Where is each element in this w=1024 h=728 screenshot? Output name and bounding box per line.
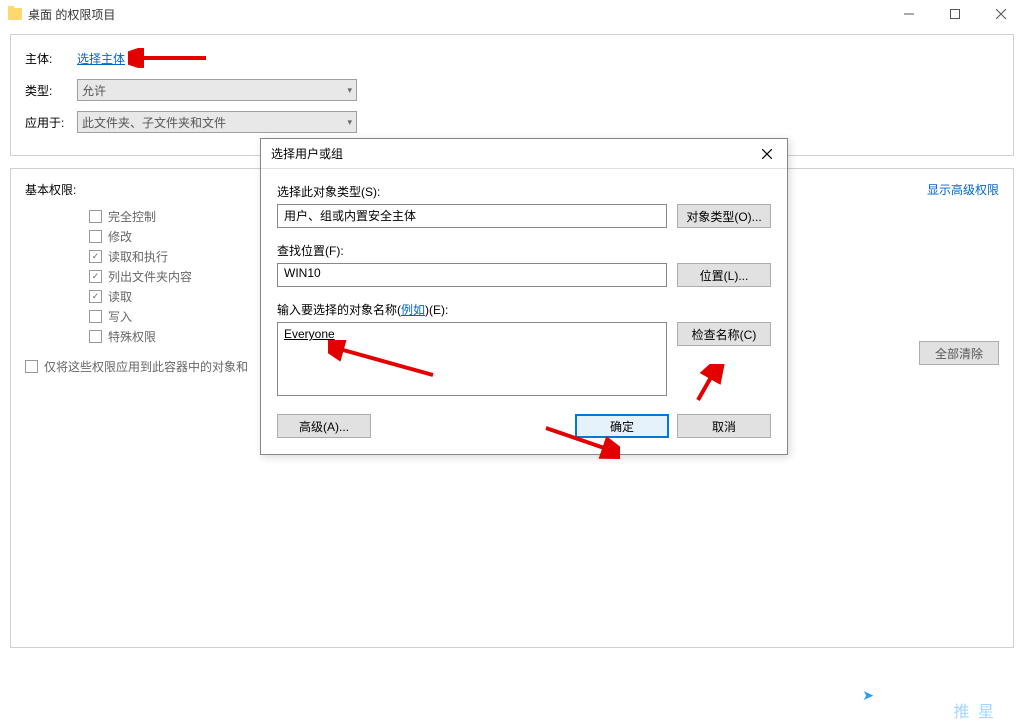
- advanced-button[interactable]: 高级(A)...: [277, 414, 371, 438]
- window-title: 桌面 的权限项目: [28, 6, 115, 23]
- principal-label: 主体:: [25, 50, 77, 67]
- checkbox[interactable]: [89, 330, 102, 343]
- checkbox[interactable]: [89, 290, 102, 303]
- minimize-button[interactable]: [886, 0, 932, 28]
- select-principal-link[interactable]: 选择主体: [77, 50, 125, 67]
- title-bar: 桌面 的权限项目: [0, 0, 1024, 28]
- type-dropdown[interactable]: 允许 ▾: [77, 79, 357, 101]
- dialog-title: 选择用户或组: [271, 145, 343, 162]
- check-names-button[interactable]: 检查名称(C): [677, 322, 771, 346]
- object-names-input[interactable]: Everyone: [277, 322, 667, 396]
- type-label: 类型:: [25, 82, 77, 99]
- checkbox[interactable]: [89, 210, 102, 223]
- applies-label: 应用于:: [25, 114, 77, 131]
- apply-only-label: 仅将这些权限应用到此容器中的对象和: [44, 358, 248, 375]
- checkbox[interactable]: [89, 270, 102, 283]
- chevron-down-icon: ▾: [347, 85, 352, 96]
- location-field: WIN10: [277, 263, 667, 287]
- example-link[interactable]: 例如: [401, 303, 425, 317]
- dialog-titlebar: 选择用户或组: [261, 139, 787, 169]
- select-user-dialog: 选择用户或组 选择此对象类型(S): 用户、组或内置安全主体 对象类型(O)..…: [260, 138, 788, 455]
- checkbox[interactable]: [25, 360, 38, 373]
- dialog-body: 选择此对象类型(S): 用户、组或内置安全主体 对象类型(O)... 查找位置(…: [261, 169, 787, 454]
- window-controls: [886, 0, 1024, 28]
- maximize-button[interactable]: [932, 0, 978, 28]
- applies-dropdown[interactable]: 此文件夹、子文件夹和文件 ▾: [77, 111, 357, 133]
- show-advanced-permissions-link[interactable]: 显示高级权限: [927, 181, 999, 198]
- cancel-button[interactable]: 取消: [677, 414, 771, 438]
- object-names-label: 输入要选择的对象名称(例如)(E):: [277, 301, 771, 318]
- object-type-field: 用户、组或内置安全主体: [277, 204, 667, 228]
- dialog-footer: 高级(A)... 确定 取消: [277, 414, 771, 438]
- type-value: 允许: [82, 82, 106, 99]
- basic-permissions-label: 基本权限:: [25, 181, 76, 198]
- object-types-button[interactable]: 对象类型(O)...: [677, 204, 771, 228]
- location-label: 查找位置(F):: [277, 242, 771, 259]
- applies-row: 应用于: 此文件夹、子文件夹和文件 ▾: [25, 111, 999, 133]
- chevron-down-icon: ▾: [347, 117, 352, 128]
- decorative-mark: ➤: [862, 687, 874, 704]
- watermark: 推 星: [954, 698, 996, 722]
- locations-button[interactable]: 位置(L)...: [677, 263, 771, 287]
- folder-icon: [8, 8, 22, 20]
- dialog-close-button[interactable]: [751, 141, 783, 167]
- checkbox[interactable]: [89, 250, 102, 263]
- principal-row: 主体: 选择主体: [25, 47, 999, 69]
- checkbox[interactable]: [89, 310, 102, 323]
- checkbox[interactable]: [89, 230, 102, 243]
- type-row: 类型: 允许 ▾: [25, 79, 999, 101]
- close-button[interactable]: [978, 0, 1024, 28]
- object-type-label: 选择此对象类型(S):: [277, 183, 771, 200]
- applies-value: 此文件夹、子文件夹和文件: [82, 114, 226, 131]
- ok-button[interactable]: 确定: [575, 414, 669, 438]
- clear-all-button[interactable]: 全部清除: [919, 341, 999, 365]
